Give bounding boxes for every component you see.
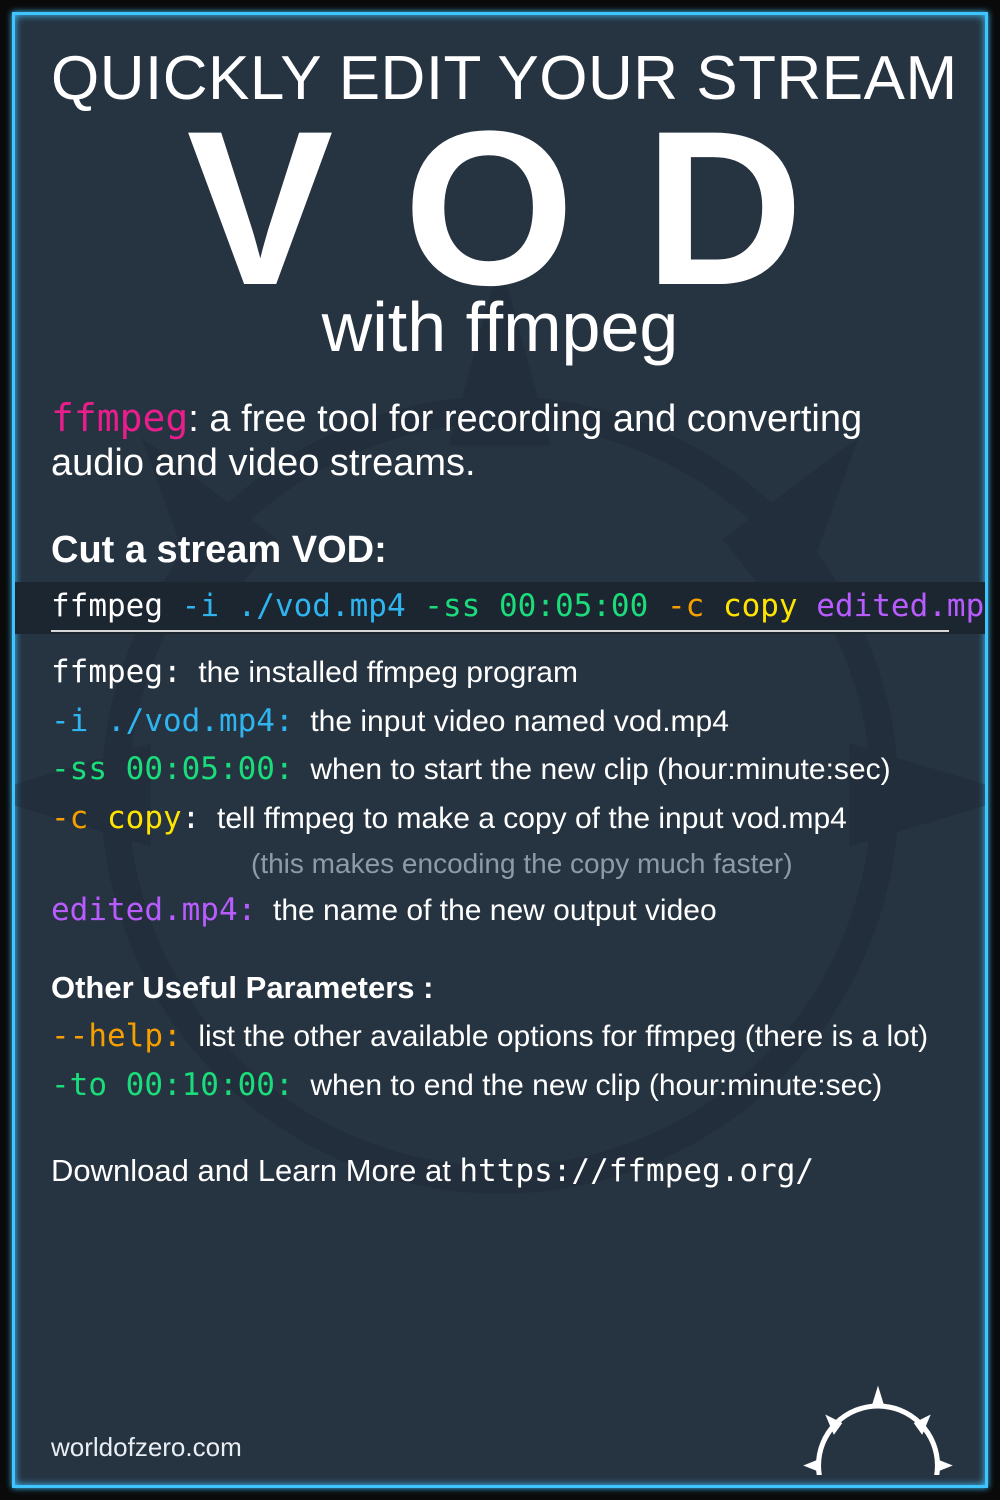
explain-row-copy: -c copy: tell ffmpeg to make a copy of t… (51, 794, 949, 886)
other-params-list: --help: list the other available options… (51, 1012, 949, 1109)
other-params-heading: Other Useful Parameters : (51, 970, 949, 1006)
other-desc-help: list the other available options for ffm… (198, 1020, 928, 1053)
footer-credit: worldofzero.com (51, 1432, 242, 1463)
explain-note-copy: (this makes encoding the copy much faste… (251, 842, 949, 885)
command-bar: ffmpeg -i ./vod.mp4 -ss 00:05:00 -c copy… (15, 582, 985, 634)
explain-key-copy: -c copy: (51, 800, 200, 836)
cmd-output: edited.mp4 (816, 588, 988, 624)
explain-desc-input: the input video named vod.mp4 (310, 705, 729, 738)
explain-desc-copy: tell ffmpeg to make a copy of the input … (217, 802, 847, 835)
explain-row-input: -i ./vod.mp4: the input video named vod.… (51, 697, 949, 746)
explain-key-ffmpeg: ffmpeg: (51, 654, 182, 690)
explain-row-seek: -ss 00:05:00: when to start the new clip… (51, 745, 949, 794)
intro-term: ffmpeg (51, 396, 188, 440)
other-key-to: -to 00:10:00: (51, 1067, 294, 1103)
explain-key-seek: -ss 00:05:00: (51, 751, 294, 787)
cmd-input-flag: -i ./vod.mp4 (182, 588, 406, 624)
cmd-copy-flag: -c (667, 588, 704, 624)
explain-desc-output: the name of the new output video (273, 894, 717, 927)
download-prefix: Download and Learn More at (51, 1153, 459, 1188)
explanation-list: ffmpeg: the installed ffmpeg program -i … (51, 648, 949, 934)
poster-panel: QUICKLY EDIT YOUR STREAM VOD with ffmpeg… (12, 12, 988, 1488)
cmd-seek-flag: -ss 00:05:00 (424, 588, 648, 624)
explain-row-ffmpeg: ffmpeg: the installed ffmpeg program (51, 648, 949, 697)
explain-row-output: edited.mp4: the name of the new output v… (51, 886, 949, 935)
other-key-help: --help: (51, 1018, 182, 1054)
intro-paragraph: ffmpeg: a free tool for recording and co… (51, 397, 949, 485)
content-area: QUICKLY EDIT YOUR STREAM VOD with ffmpeg… (15, 15, 985, 1189)
cut-section-heading: Cut a stream VOD: (51, 529, 949, 572)
command-underline (51, 630, 949, 632)
other-row-to: -to 00:10:00: when to end the new clip (… (51, 1061, 949, 1110)
explain-key-input: -i ./vod.mp4: (51, 703, 294, 739)
explain-desc-ffmpeg: the installed ffmpeg program (198, 656, 578, 689)
explain-key-output: edited.mp4: (51, 892, 256, 928)
download-url: https://ffmpeg.org/ (459, 1153, 814, 1189)
title-line-2: VOD (51, 104, 949, 313)
corner-sun-icon (793, 1355, 963, 1475)
cmd-program: ffmpeg (51, 588, 163, 624)
download-line: Download and Learn More at https://ffmpe… (51, 1153, 949, 1189)
explain-desc-seek: when to start the new clip (hour:minute:… (310, 753, 890, 786)
other-desc-to: when to end the new clip (hour:minute:se… (310, 1069, 882, 1102)
other-row-help: --help: list the other available options… (51, 1012, 949, 1061)
page-frame: QUICKLY EDIT YOUR STREAM VOD with ffmpeg… (0, 0, 1000, 1500)
cmd-copy-arg: copy (723, 588, 798, 624)
